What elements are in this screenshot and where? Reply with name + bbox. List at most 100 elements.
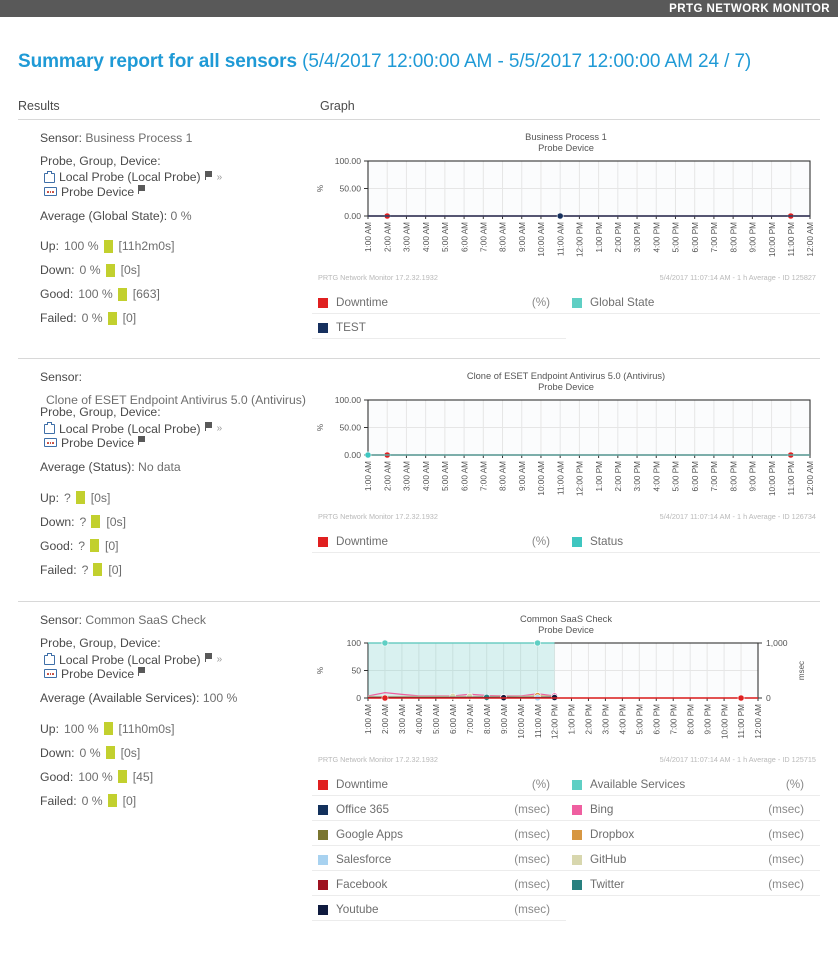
svg-text:%: %	[316, 424, 325, 431]
graph-title: Business Process 1 Probe Device	[312, 132, 820, 154]
stat-down-detail: [0s]	[120, 745, 141, 760]
legend-item[interactable]: Downtime (%)	[312, 776, 566, 797]
svg-text:11:00 AM: 11:00 AM	[556, 222, 565, 256]
graph-legend: Downtime (%) TEST Global State	[312, 294, 820, 344]
legend-item[interactable]: Status	[566, 533, 820, 553]
legend-column-right: Available Services (%) Bing (msec) Dropbox (m…	[566, 776, 820, 926]
sensor-graph: Business Process 1 Probe Device 0.00 50.00 1…	[312, 132, 820, 344]
stat-good-label: Good:	[40, 287, 74, 302]
legend-item[interactable]: TEST	[312, 319, 566, 339]
legend-unit: (msec)	[514, 853, 550, 867]
svg-text:8:00 AM: 8:00 AM	[499, 222, 508, 252]
report-page: Summary report for all sensors (5/4/2017…	[0, 51, 838, 926]
sensor-graph: Common SaaS Check Probe Device 0 50 100% 0 1,0…	[312, 614, 820, 926]
stat-down: Down: 0 % [0s]	[40, 745, 312, 760]
graph-footer-left: PRTG Network Monitor 17.2.32.1932	[318, 755, 438, 765]
legend-label: Twitter	[590, 878, 625, 892]
svg-text:1:00 PM: 1:00 PM	[595, 461, 604, 492]
legend-item[interactable]: Global State	[566, 294, 820, 314]
legend-item[interactable]: Facebook (msec)	[312, 876, 566, 897]
legend-item[interactable]: Office 365 (msec)	[312, 801, 566, 822]
sensor-name-row[interactable]: Sensor: Business Process 1	[40, 132, 312, 144]
average-row: Average (Status): No data	[40, 461, 312, 473]
stat-up-percent: 100 %	[63, 721, 99, 736]
legend-label: Youtube	[336, 903, 379, 917]
legend-item[interactable]: Downtime (%)	[312, 533, 566, 553]
legend-item[interactable]: Google Apps (msec)	[312, 826, 566, 847]
device-node-link[interactable]: Probe Device	[44, 666, 312, 680]
svg-text:msec: msec	[797, 661, 806, 680]
stat-down-percent: ?	[79, 514, 87, 529]
average-value: 0 %	[170, 208, 192, 223]
stat-good-detail: [663]	[132, 287, 160, 302]
svg-text:10:00 PM: 10:00 PM	[720, 704, 729, 739]
svg-text:9:00 PM: 9:00 PM	[749, 222, 758, 253]
stat-good-bar	[89, 539, 99, 553]
stat-up-detail: [11h2m0s]	[118, 239, 175, 254]
svg-text:4:00 PM: 4:00 PM	[619, 704, 628, 735]
legend-item[interactable]: Bing (msec)	[566, 801, 820, 822]
sensor-label: Sensor:	[40, 613, 83, 628]
legend-unit: (msec)	[768, 828, 804, 842]
svg-text:7:00 PM: 7:00 PM	[669, 704, 678, 735]
stat-up-percent: 100 %	[63, 239, 99, 254]
stat-good: Good: 100 % [663]	[40, 287, 312, 302]
chart-container: 0.00 50.00 100.00% 1:00 AM 2:00 AM 3:00 AM 4:0…	[312, 396, 820, 511]
probe-node-link[interactable]: Local Probe (Local Probe) »	[44, 652, 312, 666]
legend-item[interactable]: Youtube (msec)	[312, 901, 566, 922]
sensor-name-row[interactable]: Sensor: Common SaaS Check	[40, 614, 312, 626]
chevron-right-icon: »	[216, 422, 223, 434]
svg-text:6:00 AM: 6:00 AM	[460, 461, 469, 491]
flag-icon	[204, 421, 212, 431]
svg-text:6:00 PM: 6:00 PM	[652, 704, 661, 735]
legend-item[interactable]: Downtime (%)	[312, 294, 566, 314]
probe-group-device-label: Probe, Group, Device:	[40, 405, 161, 420]
legend-label: Global State	[590, 296, 655, 309]
stat-down-label: Down:	[40, 263, 75, 278]
svg-text:3:00 AM: 3:00 AM	[398, 704, 407, 734]
graph-subtitle-text: Probe Device	[538, 625, 594, 636]
svg-text:3:00 PM: 3:00 PM	[633, 461, 642, 492]
stat-failed: Failed:? [0]	[40, 563, 312, 577]
flag-icon	[138, 184, 146, 194]
legend-color-swatch	[318, 322, 328, 333]
svg-text:6:00 PM: 6:00 PM	[691, 222, 700, 253]
legend-unit: (msec)	[514, 878, 550, 892]
legend-item[interactable]: GitHub (msec)	[566, 851, 820, 872]
svg-text:6:00 PM: 6:00 PM	[691, 461, 700, 492]
stat-down-label: Down:	[40, 745, 75, 760]
stat-failed-detail: [0]	[122, 311, 137, 326]
svg-text:4:00 AM: 4:00 AM	[422, 222, 431, 252]
graph-title-text: Common SaaS Check	[520, 614, 612, 625]
device-node-link[interactable]: Probe Device	[44, 184, 312, 198]
stat-failed-bar	[107, 794, 117, 808]
legend-item[interactable]: Dropbox (msec)	[566, 826, 820, 847]
device-node-label: Probe Device	[61, 435, 135, 450]
device-node-link[interactable]: Probe Device	[44, 435, 312, 450]
graph-title: Clone of ESET Endpoint Antivirus 5.0 (An…	[312, 371, 820, 393]
svg-text:7:00 AM: 7:00 AM	[480, 461, 489, 491]
report-title-text: Summary report for all sensors	[18, 51, 297, 72]
probe-node-link[interactable]: Local Probe (Local Probe) »	[44, 170, 312, 184]
brand-title: PRTG NETWORK MONITOR	[669, 2, 830, 15]
stat-up-bar	[103, 240, 113, 254]
stat-down-detail: [0s]	[106, 514, 126, 529]
stat-good-detail: [45]	[132, 769, 154, 784]
legend-item[interactable]: Twitter (msec)	[566, 876, 820, 897]
average-label: Average (Available Services):	[40, 691, 200, 706]
legend-item[interactable]: Available Services (%)	[566, 776, 820, 797]
legend-column-left: Downtime (%) Office 365 (msec) Google Apps (m…	[312, 776, 566, 926]
svg-text:1,000: 1,000	[766, 639, 788, 648]
svg-text:5:00 PM: 5:00 PM	[636, 704, 645, 735]
legend-item[interactable]: Salesforce (msec)	[312, 851, 566, 872]
stat-up-label: Up:	[40, 490, 59, 505]
probe-node-link[interactable]: Local Probe (Local Probe) »	[44, 421, 312, 435]
legend-label: Downtime	[336, 296, 388, 309]
legend-unit: (msec)	[768, 878, 804, 892]
svg-text:1:00 PM: 1:00 PM	[595, 222, 604, 253]
probe-icon	[44, 170, 55, 183]
stat-down: Down:? [0s]	[40, 514, 312, 529]
svg-text:12:00 AM: 12:00 AM	[754, 704, 763, 739]
legend-unit: (%)	[531, 296, 550, 309]
chart-container: 0.00 50.00 100.00% 1:00 AM 2:00 AM 3:00 AM 4:0…	[312, 157, 820, 272]
